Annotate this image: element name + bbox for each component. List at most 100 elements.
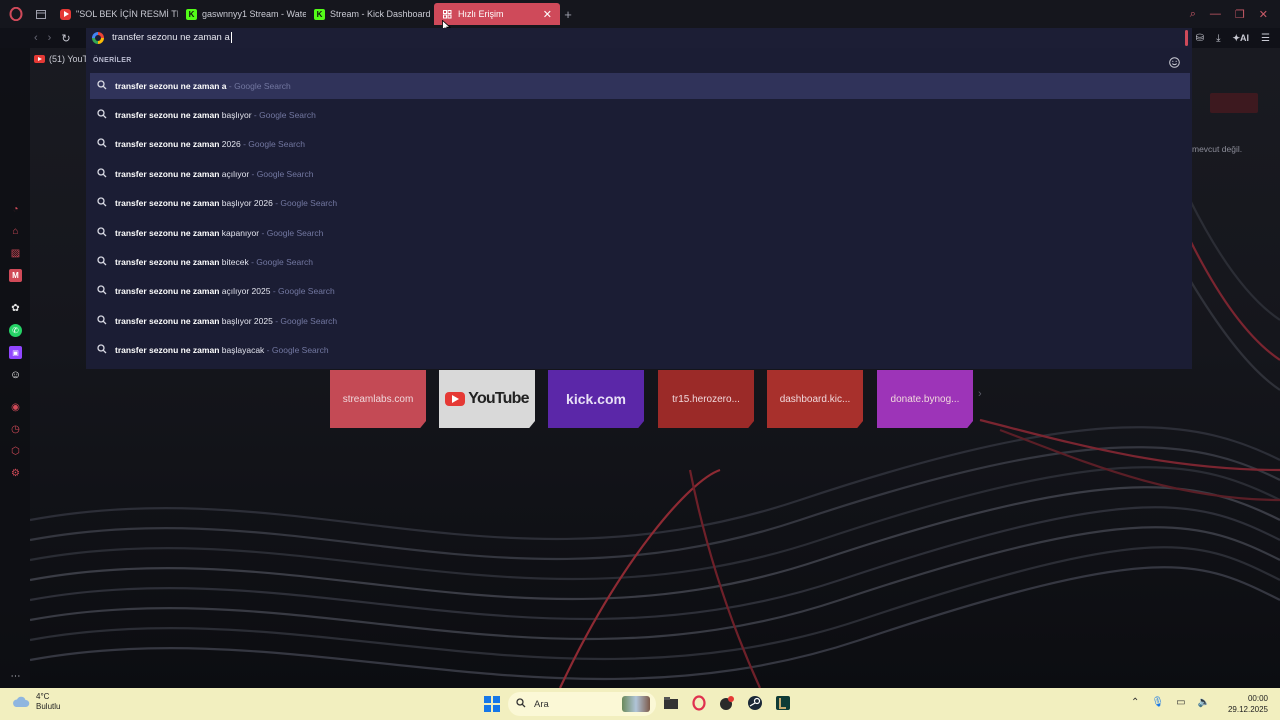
suggestion-item[interactable]: transfer sezonu ne zaman açılıyor 2025 -… [90,278,1190,304]
minimize-icon[interactable]: — [1210,8,1221,20]
speed-dial-herozero[interactable]: tr15.herozero... [658,370,754,428]
address-bar[interactable]: transfer sezonu ne zaman a [86,28,1192,48]
speed-dial-label: dashboard.kic... [779,393,851,405]
speed-dial-donate[interactable]: donate.bynog... [877,370,973,428]
background-status-text: mevcut değil. [1192,144,1243,154]
download-icon[interactable]: ⤓ [1216,33,1220,44]
search-icon [97,227,107,239]
taskbar-apps [662,693,792,713]
twitch-icon[interactable]: ▣ [9,346,22,359]
suggestion-item[interactable]: transfer sezonu ne zaman başlıyor - Goog… [90,102,1190,128]
file-explorer-icon[interactable] [662,693,680,713]
chevron-up-icon[interactable]: ⌃ [1131,697,1139,708]
discord-icon[interactable]: ☺ [9,368,22,381]
weather-widget[interactable]: 4°C Bulutlu [12,692,60,712]
suggestion-item[interactable]: transfer sezonu ne zaman başlıyor 2026 -… [90,190,1190,216]
clock-date: 29.12.2025 [1227,705,1268,714]
history-icon[interactable]: ◷ [9,423,22,436]
more-options-icon[interactable]: ⋯ [9,670,22,683]
taskbar: 4°C Bulutlu Ara ⌃ 🎙 ▭ 🔈 00:00 29.12.2025 [0,688,1280,720]
settings-gear-icon[interactable]: ⚙ [9,467,22,480]
search-tabs-icon[interactable]: ⌕ [1190,8,1196,21]
steam-icon[interactable] [746,693,764,713]
suggestion-item[interactable]: transfer sezonu ne zaman 2026 - Google S… [90,131,1190,157]
display-icon[interactable]: ▭ [1176,697,1185,708]
opera-gx-logo-icon[interactable] [0,0,32,28]
chatgpt-icon[interactable]: ✿ [9,302,22,315]
speed-dial-streamlabs[interactable]: streamlabs.com [330,370,426,428]
music-player-icon[interactable]: M [9,269,22,282]
volume-icon[interactable]: 🔈 [1198,697,1210,708]
address-input[interactable]: transfer sezonu ne zaman a [112,32,232,44]
google-icon [92,32,104,44]
speed-dial-label: donate.bynog... [890,393,960,405]
suggestion-source: Google Search [280,198,338,208]
tab-label: Hızlı Erişim [458,9,504,19]
suggestion-completion: başlayacak [221,345,265,355]
suggestion-source: Google Search [278,286,335,296]
suggestion-completion: açılıyor [221,169,250,179]
suggestion-query: transfer sezonu ne zaman [115,228,220,238]
easy-setup-menu-icon[interactable]: ☰ [1261,33,1270,44]
suggestion-source: Google Search [256,169,314,179]
app-notification-icon[interactable] [718,693,736,713]
reload-icon[interactable]: ↻ [61,32,70,45]
whatsapp-icon[interactable]: ✆ [9,324,22,337]
address-bar-accent [1185,30,1188,46]
maximize-icon[interactable]: ❐ [1235,8,1245,21]
chevron-right-icon[interactable]: › [978,388,982,400]
tab-speed-dial[interactable]: Hızlı Erişim ✕ [434,3,560,25]
microphone-icon[interactable]: 🎙 [1151,697,1164,708]
new-tab-button[interactable]: + [560,7,576,22]
suggestion-item[interactable]: transfer sezonu ne zaman kapanıyor - Goo… [90,220,1190,246]
tab-kick-dashboard[interactable]: K Stream - Kick Dashboard [306,3,434,25]
gx-control-icon[interactable]: ◔ [9,203,22,216]
suggestion-item[interactable]: transfer sezonu ne zaman başlıyor 2025 -… [90,308,1190,334]
cloud-icon [13,696,30,707]
suggestion-item[interactable]: transfer sezonu ne zaman açılıyor - Goog… [90,161,1190,187]
tab-youtube[interactable]: "SOL BEK İÇİN RESMİ TEK [52,3,178,25]
forward-icon[interactable]: › [48,32,52,44]
suggestion-source: Google Search [266,228,324,238]
suggestion-completion: kapanıyor [221,228,260,238]
close-tab-icon[interactable]: ✕ [543,8,552,21]
bookmark-youtube[interactable]: (51) YouTu [34,52,93,66]
youtube-logo-icon [445,392,466,406]
navigation-buttons: ‹ › ↻ [34,28,71,48]
taskbar-clock[interactable]: 00:00 29.12.2025 [1228,693,1268,715]
taskbar-search[interactable]: Ara [508,692,656,716]
search-icon [97,109,107,121]
player-icon[interactable]: ◉ [9,401,22,414]
league-of-legends-icon[interactable] [774,693,792,713]
sidebar: ◔ ⌂ ▨ M ✿ ✆ ▣ ☺ ◉ ◷ ⬡ ⚙ GX ⋯ [0,48,30,707]
suggestion-source: Google Search [248,139,305,149]
opera-gx-taskbar-icon[interactable] [690,693,708,713]
tab-label: "SOL BEK İÇİN RESMİ TEK [76,9,178,19]
suggestion-query: transfer sezonu ne zaman [115,345,220,355]
close-window-icon[interactable]: ✕ [1259,8,1268,21]
tab-kick-stream[interactable]: K gaswnnyy1 Stream - Wate [178,3,306,25]
suggestions-dropdown: ÖNERİLER transfer sezonu ne zaman a - Go… [86,48,1192,369]
suggestion-source: Google Search [256,257,313,267]
suggestion-query: transfer sezonu ne zaman [115,257,220,267]
speed-dial-youtube[interactable]: YouTube [439,370,535,428]
windows-start-icon[interactable] [484,696,500,712]
suggestion-item[interactable]: transfer sezonu ne zaman a - Google Sear… [90,73,1190,99]
weather-description: Bulutlu [36,702,61,711]
extensions-icon[interactable]: ⬡ [9,445,22,458]
speed-dial-kick-dashboard[interactable]: dashboard.kic... [767,370,863,428]
back-icon[interactable]: ‹ [34,32,38,44]
suggestion-query: transfer sezonu ne zaman [115,316,220,326]
tab-switcher-icon[interactable] [32,3,52,25]
emoji-icon[interactable] [1169,55,1180,73]
gx-corner-icon[interactable]: ⌂ [9,225,22,238]
aria-ai-icon[interactable]: ✦AI [1232,33,1249,44]
speed-dial-kick[interactable]: kick.com [548,370,644,428]
youtube-icon [34,55,45,63]
clock-time: 00:00 [1247,694,1268,703]
suggestion-item[interactable]: transfer sezonu ne zaman bitecek - Googl… [90,249,1190,275]
suggestion-item[interactable]: transfer sezonu ne zaman başlayacak - Go… [90,337,1190,363]
account-icon[interactable]: ⛁ [1196,33,1204,44]
hot-tabs-icon[interactable]: ▨ [9,247,22,260]
search-icon [97,256,107,268]
